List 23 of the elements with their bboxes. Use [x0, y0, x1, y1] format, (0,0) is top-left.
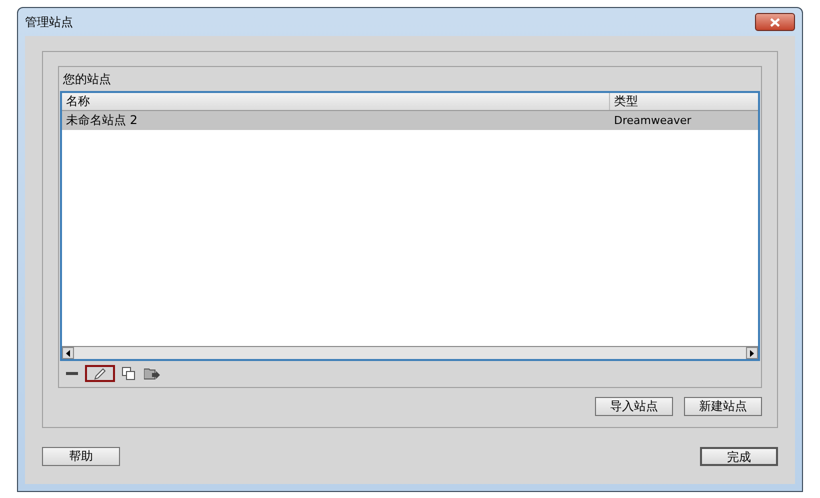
tool-button[interactable] [85, 365, 115, 382]
done-button[interactable]: 完成 [700, 447, 778, 466]
column-header[interactable]: 名称 [62, 93, 609, 110]
minus-icon [66, 372, 78, 375]
window-title: 管理站点 [25, 14, 73, 30]
table-cell: 未命名站点 2 [66, 113, 138, 127]
group-label: 您的站点 [63, 72, 111, 86]
table-row[interactable]: 未命名站点 2 Dreamweaver [62, 111, 758, 130]
close-button[interactable] [755, 13, 795, 31]
close-icon [770, 18, 780, 26]
site-button[interactable]: 导入站点 [595, 397, 673, 416]
pencil-icon [93, 366, 107, 380]
scroll-right-button[interactable] [746, 347, 758, 359]
copy-icon [122, 367, 134, 380]
site-button[interactable]: 新建站点 [684, 397, 762, 416]
help-button[interactable]: 帮助 [42, 447, 120, 466]
table-cell: Dreamweaver [614, 114, 692, 127]
column-header[interactable]: 类型 [609, 93, 758, 110]
left-arrow-icon [66, 350, 70, 356]
scroll-left-button[interactable] [62, 347, 74, 359]
right-arrow-icon [750, 350, 754, 356]
folder-arrow-icon [144, 368, 160, 380]
horizontal-scrollbar[interactable] [62, 346, 758, 359]
